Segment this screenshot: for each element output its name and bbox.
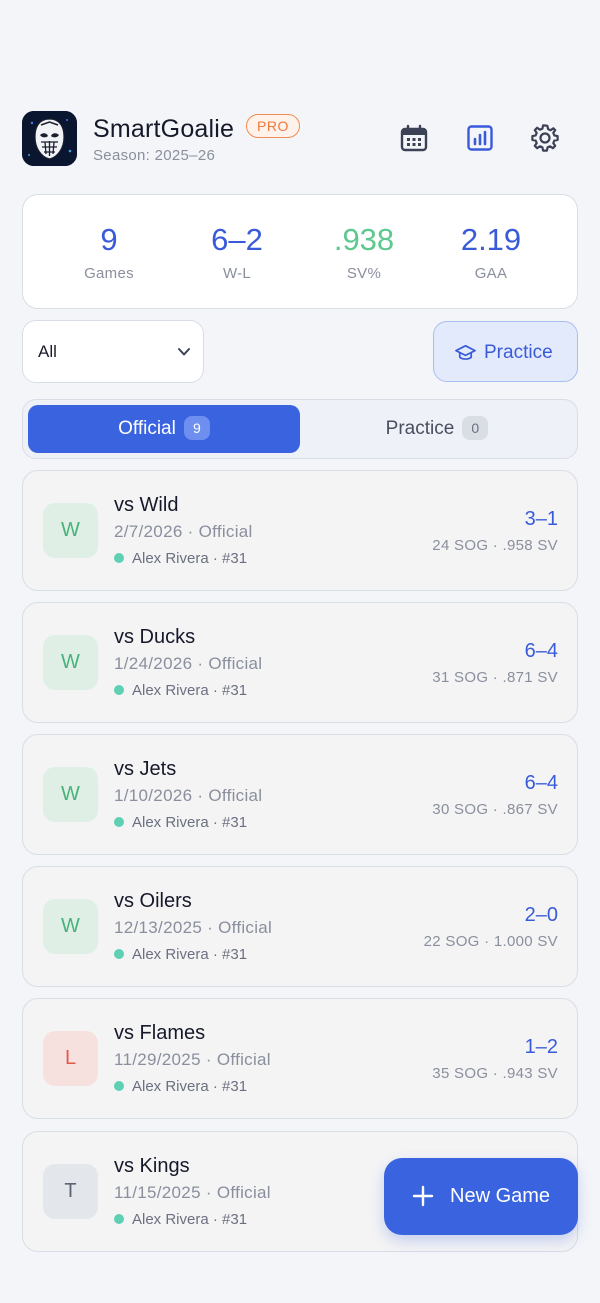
stat-label: GAA [474,265,508,282]
goalie-name: Alex Rivera · #31 [132,946,248,963]
game-score: 6–4 [524,772,558,794]
game-score: 2–0 [524,904,558,926]
game-score: 6–4 [524,640,558,662]
tab-count-badge: 0 [462,415,489,440]
game-type-tabs: Official 9 Practice 0 [22,399,578,459]
opponent-name: vs Ducks [114,626,196,648]
stat-gaa: 2.19 GAA [431,221,551,282]
goalie-name: Alex Rivera · #31 [132,1078,248,1095]
game-card[interactable]: W vs Oilers 12/13/2025 · Official Alex R… [22,866,578,987]
app-name: SmartGoalie [93,115,235,143]
opponent-name: vs Wild [114,494,179,516]
season-stats-card: 9 Games 6–2 W-L .938 SV% 2.19 GAA [22,194,578,309]
goalie-color-dot [114,817,124,827]
shot-stats: 31 SOG · .871 SV [432,669,558,686]
game-date-type: 12/13/2025 · Official [114,918,273,937]
new-game-label: New Game [450,1185,551,1207]
stat-value: 9 [100,222,118,257]
chevron-down-icon [178,348,190,356]
practice-button[interactable]: Practice [433,321,578,382]
game-card[interactable]: W vs Ducks 1/24/2026 · Official Alex Riv… [22,602,578,723]
game-card[interactable]: W vs Jets 1/10/2026 · Official Alex Rive… [22,734,578,855]
goalie-name: Alex Rivera · #31 [132,682,248,699]
pro-badge: PRO [246,114,300,138]
goalie-color-dot [114,949,124,959]
app-screen: SmartGoalie PRO Season: 2025–26 9 Games … [0,0,600,1303]
opponent-name: vs Jets [114,758,177,780]
stat-label: W-L [222,265,252,282]
goalie-name: Alex Rivera · #31 [132,1211,248,1228]
game-date-type: 11/15/2025 · Official [114,1183,271,1202]
stat-value: .938 [333,222,395,257]
result-badge: W [43,767,98,822]
game-filter-select[interactable]: All [22,320,204,383]
result-badge: W [43,503,98,558]
game-card[interactable]: L vs Flames 11/29/2025 · Official Alex R… [22,998,578,1119]
result-badge: L [43,1031,98,1086]
tab-count-badge: 9 [183,415,210,440]
stat-games: 9 Games [49,221,169,282]
goalie-row: Alex Rivera · #31 [114,814,247,831]
goalie-name: Alex Rivera · #31 [132,814,248,831]
opponent-name: vs Flames [114,1022,206,1044]
game-card[interactable]: W vs Wild 2/7/2026 · Official Alex River… [22,470,578,591]
tab-label: Official [118,418,176,439]
game-date-type: 2/7/2026 · Official [114,522,253,541]
stat-label: Games [84,265,134,282]
game-date-type: 1/24/2026 · Official [114,654,263,673]
stat-label: SV% [346,265,382,282]
tab-label: Practice [385,418,455,439]
practice-button-label: Practice [484,342,553,363]
result-badge: W [43,635,98,690]
plus-icon [412,1185,434,1207]
calendar-icon[interactable] [399,123,429,153]
shot-stats: 35 SOG · .943 SV [432,1065,558,1082]
goalie-color-dot [114,553,124,563]
goalie-row: Alex Rivera · #31 [114,1211,247,1228]
goalie-row: Alex Rivera · #31 [114,682,247,699]
opponent-name: vs Oilers [114,890,192,912]
shot-stats: 30 SOG · .867 SV [432,801,558,818]
shot-stats: 22 SOG · 1.000 SV [423,933,558,950]
goalie-row: Alex Rivera · #31 [114,550,247,567]
game-date-type: 1/10/2026 · Official [114,786,263,805]
goalie-row: Alex Rivera · #31 [114,946,247,963]
game-date-type: 11/29/2025 · Official [114,1050,271,1069]
shot-stats: 24 SOG · .958 SV [432,537,558,554]
bar-chart-icon[interactable] [465,123,495,153]
tab-official[interactable]: Official 9 [28,405,300,453]
season-label: Season: 2025–26 [93,147,216,164]
goalie-name: Alex Rivera · #31 [132,550,248,567]
stat-value: 6–2 [211,222,263,257]
app-header: SmartGoalie PRO Season: 2025–26 [22,111,578,167]
opponent-name: vs Kings [114,1155,190,1177]
gear-icon[interactable] [530,123,560,153]
game-score: 1–2 [524,1036,558,1058]
goalie-mask-logo [22,111,77,166]
goalie-color-dot [114,1081,124,1091]
result-badge: T [43,1164,98,1219]
stat-value: 2.19 [460,222,522,257]
goalie-color-dot [114,1214,124,1224]
stat-save-percentage: .938 SV% [304,221,424,282]
tab-practice[interactable]: Practice 0 [301,405,573,453]
result-badge: W [43,899,98,954]
stat-win-loss: 6–2 W-L [177,221,297,282]
game-score: 3–1 [524,508,558,530]
select-value: All [38,342,57,361]
goalie-row: Alex Rivera · #31 [114,1078,247,1095]
new-game-button[interactable]: New Game [384,1158,578,1235]
graduation-cap-icon [455,344,476,360]
goalie-color-dot [114,685,124,695]
